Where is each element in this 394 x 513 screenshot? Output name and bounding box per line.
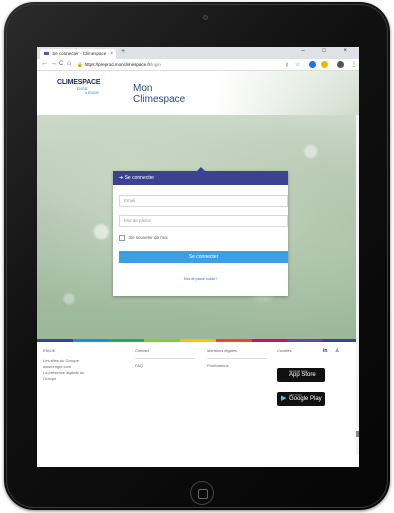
footer-col-legal: Mentions légales Publications — [207, 348, 267, 369]
web-page: CLIMESPACE ENGIE a ENGIE Mon Climespace … — [37, 71, 359, 467]
site-footer: ENGIE Les sites du Groupe www.engie.com … — [37, 342, 359, 467]
back-icon[interactable]: ← — [41, 60, 48, 67]
star-icon[interactable]: ☆ — [295, 61, 300, 68]
app-store-badge[interactable]: Download on the App Store — [277, 368, 325, 382]
home-icon[interactable]: ⌂ — [67, 60, 71, 67]
appstore-label: App Store — [289, 372, 316, 378]
cookies-link[interactable]: Cookies — [277, 348, 317, 354]
browser-tab[interactable]: Se connecter - Climespace × — [40, 49, 116, 59]
google-play-badge[interactable]: ▶ GET IT ON Google Play — [277, 392, 325, 406]
url-path: /login — [150, 62, 161, 67]
password-field[interactable]: Mot de passe — [119, 215, 288, 227]
footer-link[interactable]: La présence digitale du — [43, 370, 103, 376]
tab-strip: Se connecter - Climespace × + – □ × — [37, 47, 359, 59]
remember-me[interactable]: Se souvenir de moi — [119, 235, 168, 241]
remember-label: Se souvenir de moi — [129, 235, 168, 241]
logo-tagline-2: a ENGIE — [85, 91, 99, 95]
tab-close-icon[interactable]: × — [110, 49, 113, 59]
reload-icon[interactable]: C — [59, 61, 63, 67]
email-field[interactable]: Email — [119, 195, 288, 207]
login-title: Se connecter — [124, 175, 155, 181]
favicon-icon — [44, 52, 49, 56]
login-card-header: ➜ Se connecter — [113, 167, 288, 185]
extension-icon-2[interactable] — [321, 61, 328, 68]
footer-link[interactable]: Groupe — [43, 376, 103, 382]
linkedin-icon[interactable]: in — [323, 348, 327, 354]
scrollbar-thumb[interactable] — [356, 431, 359, 437]
key-icon[interactable]: ⚷ — [285, 62, 289, 68]
screen: Se connecter - Climespace × + – □ × ← → … — [37, 47, 359, 467]
lock-icon: 🔒 — [77, 62, 83, 67]
contact-link[interactable]: Contact — [135, 348, 195, 354]
scrollbar[interactable] — [356, 115, 359, 455]
color-stripe — [37, 339, 359, 342]
googleplay-small-text: GET IT ON — [289, 394, 302, 397]
footer-link[interactable]: www.engie.com — [43, 364, 103, 370]
login-card: ➜ Se connecter Email Mot de passe Se sou… — [113, 167, 288, 296]
faq-link[interactable]: FAQ — [135, 363, 195, 369]
site-title: Mon Climespace — [133, 83, 185, 105]
footer-col-contact: Contact FAQ — [135, 348, 195, 369]
googleplay-label: Google Play — [289, 396, 322, 402]
play-icon: ▶ — [281, 395, 287, 402]
publications-link[interactable]: Publications — [207, 363, 267, 369]
hero-background — [37, 71, 359, 339]
tablet-frame: Se connecter - Climespace × + – □ × ← → … — [4, 2, 390, 510]
tab-title: Se connecter - Climespace — [52, 51, 107, 56]
social-icon[interactable]: ♙ — [335, 348, 339, 354]
login-button[interactable]: Se connecter — [119, 251, 288, 263]
login-icon: ➜ — [119, 175, 124, 181]
footer-col-cookies: Cookies — [277, 348, 317, 354]
home-button[interactable] — [190, 481, 214, 505]
profile-icon[interactable] — [337, 61, 344, 68]
climespace-logo[interactable]: CLIMESPACE — [57, 79, 101, 86]
logo-tagline: ENGIE — [77, 87, 88, 91]
camera — [203, 15, 208, 20]
address-bar[interactable]: 🔒 https://preprod.monclimespace.fr/login — [77, 61, 277, 69]
site-title-line2: Climespace — [133, 94, 186, 105]
forgot-password-link[interactable]: Mot de passe oublié? — [113, 277, 288, 281]
browser-toolbar: ← → C ⌂ 🔒 https://preprod.monclimespace.f… — [37, 59, 359, 71]
url-host: https://preprod.monclimespace.fr — [84, 62, 151, 67]
footer-col-engie: ENGIE Les sites du Groupe www.engie.com … — [43, 348, 103, 382]
extension-icon[interactable] — [309, 61, 316, 68]
menu-icon[interactable]: ⋮ — [351, 61, 357, 68]
appstore-small-text: Download on the — [289, 370, 308, 373]
window-controls[interactable]: – □ × — [301, 48, 355, 54]
forward-icon[interactable]: → — [50, 60, 57, 67]
legal-link[interactable]: Mentions légales — [207, 348, 267, 354]
site-title-line1: Mon — [133, 83, 153, 94]
footer-link[interactable]: Les sites du Groupe — [43, 358, 103, 364]
new-tab-button[interactable]: + — [121, 48, 125, 55]
remember-checkbox[interactable] — [119, 235, 125, 241]
footer-engie-title: ENGIE — [43, 348, 56, 353]
site-header: CLIMESPACE ENGIE a ENGIE Mon Climespace — [37, 71, 359, 115]
